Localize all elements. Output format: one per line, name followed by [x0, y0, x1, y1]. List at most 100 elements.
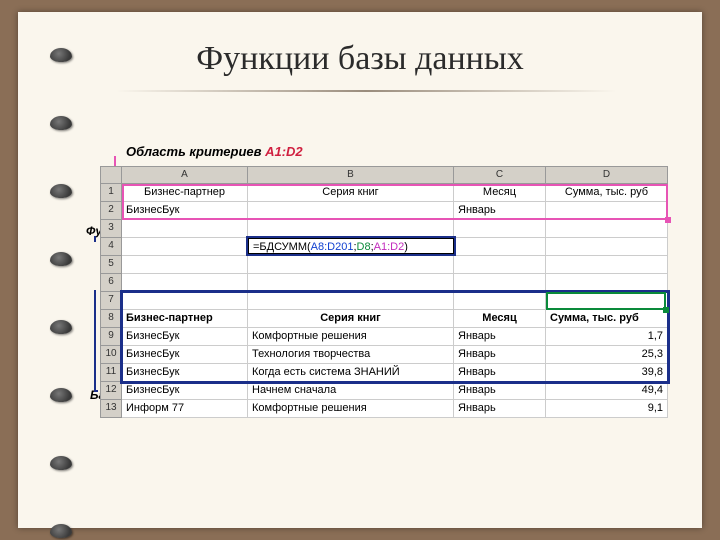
row-11: 11БизнесБукКогда есть система ЗНАНИЙЯнва… [100, 364, 668, 382]
slide-title: Функции базы данных [18, 40, 702, 78]
col-headers: A B C D [100, 166, 668, 184]
cell-C1[interactable]: Месяц [454, 184, 546, 202]
cell-D3[interactable] [546, 220, 668, 238]
cell-B2[interactable] [248, 202, 454, 220]
cell-A7[interactable] [122, 292, 248, 310]
formula-arg2: D8 [357, 241, 371, 253]
cell-C2[interactable]: Январь [454, 202, 546, 220]
arrow-func-stub [94, 236, 96, 242]
handle-criteria [665, 217, 671, 223]
cell-D11[interactable]: 39,8 [546, 364, 668, 382]
row-2: 2 БизнесБук Январь [100, 202, 668, 220]
cell-C4[interactable] [454, 238, 546, 256]
cell-B5[interactable] [248, 256, 454, 274]
cell-C13[interactable]: Январь [454, 400, 546, 418]
row-12: 12БизнесБукНачнем сначалаЯнварь49,4 [100, 382, 668, 400]
slide: Функции базы данных Область критериев A1… [18, 12, 702, 528]
cell-D2[interactable] [546, 202, 668, 220]
formula-arg3: A1:D2 [374, 241, 405, 253]
formula-fn: =БДСУММ( [253, 241, 311, 253]
cell-A1[interactable]: Бизнес-партнер [122, 184, 248, 202]
cell-D1[interactable]: Сумма, тыс. руб [546, 184, 668, 202]
cell-D12[interactable]: 49,4 [546, 382, 668, 400]
rowhead-2: 2 [100, 202, 122, 220]
col-A: A [122, 166, 248, 184]
handle-field [663, 307, 669, 313]
cell-A4[interactable] [122, 238, 248, 256]
cell-A3[interactable] [122, 220, 248, 238]
cell-B9[interactable]: Комфортные решения [248, 328, 454, 346]
cell-D8[interactable]: Сумма, тыс. руб [546, 310, 668, 328]
cell-C9[interactable]: Январь [454, 328, 546, 346]
rowhead-5: 5 [100, 256, 122, 274]
cell-A2[interactable]: БизнесБук [122, 202, 248, 220]
cell-B11[interactable]: Когда есть система ЗНАНИЙ [248, 364, 454, 382]
formula-arg1: A8:D201 [311, 241, 354, 253]
formula-close: ) [404, 241, 408, 253]
col-D: D [546, 166, 668, 184]
cell-B7[interactable] [248, 292, 454, 310]
cell-D4[interactable] [546, 238, 668, 256]
label-criteria: Область критериев A1:D2 [126, 144, 303, 159]
cell-A10[interactable]: БизнесБук [122, 346, 248, 364]
cell-A12[interactable]: БизнесБук [122, 382, 248, 400]
cell-B1[interactable]: Серия книг [248, 184, 454, 202]
rowhead-13: 13 [100, 400, 122, 418]
row-1: 1 Бизнес-партнер Серия книг Месяц Сумма,… [100, 184, 668, 202]
cell-D6[interactable] [546, 274, 668, 292]
arrow-db-h [94, 390, 98, 392]
row-5: 5 [100, 256, 668, 274]
rowhead-9: 9 [100, 328, 122, 346]
cell-D10[interactable]: 25,3 [546, 346, 668, 364]
rowhead-7: 7 [100, 292, 122, 310]
cell-A9[interactable]: БизнесБук [122, 328, 248, 346]
row-6: 6 [100, 274, 668, 292]
cell-B12[interactable]: Начнем сначала [248, 382, 454, 400]
cell-C7[interactable] [454, 292, 546, 310]
title-underline [116, 90, 616, 92]
cell-D5[interactable] [546, 256, 668, 274]
cell-A11[interactable]: БизнесБук [122, 364, 248, 382]
rowhead-12: 12 [100, 382, 122, 400]
rowhead-4: 4 [100, 238, 122, 256]
col-B: B [248, 166, 454, 184]
formula-box[interactable]: =БДСУММ(A8:D201;D8;A1:D2) [248, 238, 454, 254]
spreadsheet: A B C D 1 Бизнес-партнер Серия книг Меся… [100, 166, 668, 418]
rowhead-11: 11 [100, 364, 122, 382]
cell-C12[interactable]: Январь [454, 382, 546, 400]
cell-C11[interactable]: Январь [454, 364, 546, 382]
cell-B8[interactable]: Серия книг [248, 310, 454, 328]
cell-C10[interactable]: Январь [454, 346, 546, 364]
rowhead-1: 1 [100, 184, 122, 202]
row-13: 13Информ 77Комфортные решенияЯнварь9,1 [100, 400, 668, 418]
cell-B3[interactable] [248, 220, 454, 238]
row-3: 3 [100, 220, 668, 238]
cell-A13[interactable]: Информ 77 [122, 400, 248, 418]
cell-D9[interactable]: 1,7 [546, 328, 668, 346]
cell-B10[interactable]: Технология творчества [248, 346, 454, 364]
label-criteria-ref: A1:D2 [265, 144, 303, 159]
cell-C8[interactable]: Месяц [454, 310, 546, 328]
cell-B13[interactable]: Комфортные решения [248, 400, 454, 418]
cell-A8[interactable]: Бизнес-партнер [122, 310, 248, 328]
label-criteria-text: Область критериев [126, 144, 265, 159]
row-7: 7 [100, 292, 668, 310]
col-C: C [454, 166, 546, 184]
arrow-db-v [94, 290, 96, 390]
row-9: 9БизнесБукКомфортные решенияЯнварь1,7 [100, 328, 668, 346]
row-10: 10БизнесБукТехнология творчестваЯнварь25… [100, 346, 668, 364]
rowhead-10: 10 [100, 346, 122, 364]
cell-D13[interactable]: 9,1 [546, 400, 668, 418]
rowhead-8: 8 [100, 310, 122, 328]
cell-A6[interactable] [122, 274, 248, 292]
cell-A5[interactable] [122, 256, 248, 274]
cell-C6[interactable] [454, 274, 546, 292]
binder-decor [50, 48, 72, 538]
cell-B6[interactable] [248, 274, 454, 292]
row-8: 8 Бизнес-партнер Серия книг Месяц Сумма,… [100, 310, 668, 328]
cell-C5[interactable] [454, 256, 546, 274]
cell-D7[interactable] [546, 292, 668, 310]
rowhead-6: 6 [100, 274, 122, 292]
cell-C3[interactable] [454, 220, 546, 238]
corner-cell [100, 166, 122, 184]
